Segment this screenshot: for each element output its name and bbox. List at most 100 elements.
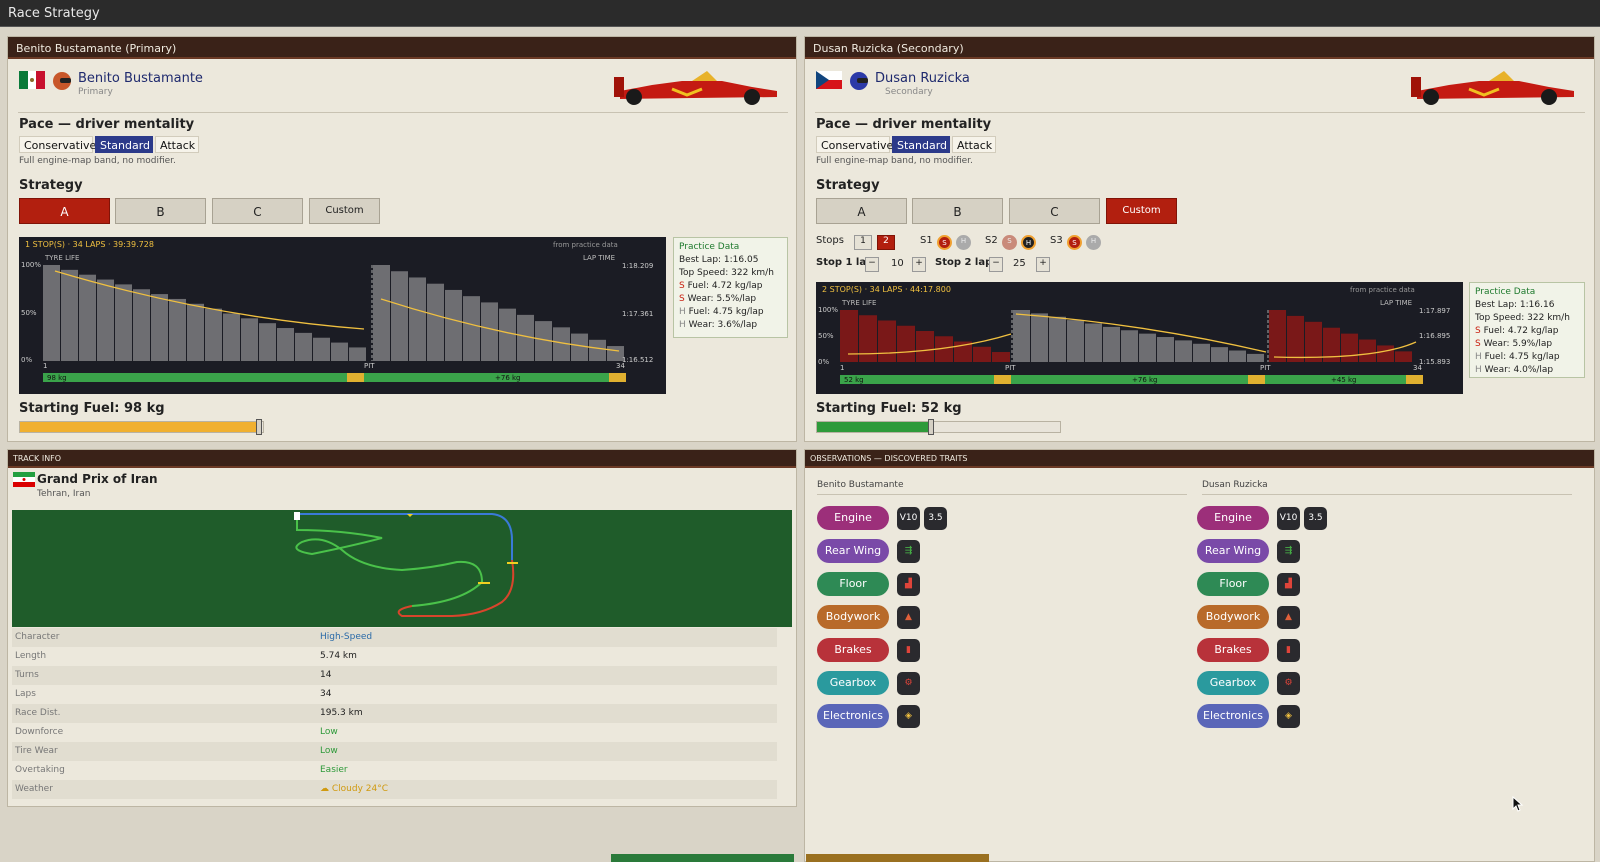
trait-brakes[interactable]: Brakes xyxy=(1197,638,1269,662)
wear-bar xyxy=(205,308,222,361)
track-row: Overtaking Easier xyxy=(15,765,348,775)
fuel-label-1: 98 kg xyxy=(47,374,67,382)
practice-row: H Fuel: 4.75 kg/lap xyxy=(679,307,764,317)
strategy-b-button[interactable]: B xyxy=(115,198,206,224)
wear-bar xyxy=(1211,347,1228,362)
strategy-c-button[interactable]: C xyxy=(1009,198,1100,224)
track-row: Downforce Low xyxy=(15,727,338,737)
practice-row: H Wear: 3.6%/lap xyxy=(679,320,758,330)
trait-gearbox[interactable]: Gearbox xyxy=(817,671,889,695)
strategy-c-button[interactable]: C xyxy=(212,198,303,224)
wear-bar xyxy=(373,265,390,361)
stop1-decrement-button[interactable]: − xyxy=(865,257,879,272)
observations-panel: OBSERVATIONS — DISCOVERED TRAITS Benito … xyxy=(804,449,1595,862)
track-row: Length 5.74 km xyxy=(15,651,357,661)
mentality-standard[interactable]: Standard xyxy=(95,136,153,153)
wear-bar xyxy=(1287,315,1304,362)
practice-row: H Fuel: 4.75 kg/lap xyxy=(1475,352,1560,362)
wear-bar xyxy=(499,308,516,361)
mentality-attack[interactable]: Attack xyxy=(155,136,199,153)
track-row: Laps 34 xyxy=(15,689,332,699)
stop1-increment-button[interactable]: + xyxy=(912,257,926,272)
track-row: Weather ☁ Cloudy 24°C xyxy=(12,780,777,799)
stops-1-button[interactable]: 1 xyxy=(854,235,872,250)
tyre-soft-icon[interactable]: S xyxy=(1002,235,1017,250)
track-location: Tehran, Iran xyxy=(37,489,91,499)
trait-floor[interactable]: Floor xyxy=(1197,572,1269,596)
fuel-label-2: +76 kg xyxy=(1132,376,1158,384)
wear-bar xyxy=(878,320,896,362)
trait-floor[interactable]: Floor xyxy=(817,572,889,596)
wear-bar xyxy=(1269,310,1286,362)
slider-thumb[interactable] xyxy=(256,419,262,435)
wear-bar xyxy=(1341,333,1358,362)
wear-bar xyxy=(1013,310,1030,362)
stint-s2-label: S2 xyxy=(985,235,998,246)
strategy-a-button[interactable]: A xyxy=(816,198,907,224)
stop2-increment-button[interactable]: + xyxy=(1036,257,1050,272)
wear-bar xyxy=(859,315,877,362)
mentality-hint: Full engine-map band, no modifier. xyxy=(19,156,176,166)
strategy-custom-button[interactable]: Custom xyxy=(309,198,380,224)
fuel-label-2: +76 kg xyxy=(495,374,521,382)
track-map xyxy=(12,510,792,627)
top-speed: Top Speed: 322 km/h xyxy=(1475,313,1570,323)
wear-bar xyxy=(1359,339,1376,362)
tyre-hard-icon[interactable]: H xyxy=(956,235,971,250)
strategy-custom-button[interactable]: Custom xyxy=(1106,198,1177,224)
wear-bar xyxy=(445,289,462,361)
x-label-start: 1 xyxy=(840,364,845,372)
fuel-slider[interactable] xyxy=(816,419,1061,435)
stint-s1-label: S1 xyxy=(920,235,933,246)
track-row: Tire Wear Low xyxy=(12,742,777,761)
wear-bar xyxy=(1103,326,1120,362)
strategy-chart-svg xyxy=(43,265,626,382)
tyre-hard-icon[interactable]: H xyxy=(1086,235,1101,250)
strategy-a-button[interactable]: A xyxy=(19,198,110,224)
wear-bar xyxy=(1193,343,1210,362)
mentality-attack[interactable]: Attack xyxy=(952,136,996,153)
trait-rear-wing[interactable]: Rear Wing xyxy=(1197,539,1269,563)
trait-icon: ▟ xyxy=(897,573,920,596)
helmet-icon xyxy=(850,72,868,90)
trait-gearbox[interactable]: Gearbox xyxy=(1197,671,1269,695)
trait-bodywork[interactable]: Bodywork xyxy=(1197,605,1269,629)
practice-title: Practice Data xyxy=(679,242,740,252)
wear-bar xyxy=(1031,313,1048,362)
lap-tick-1: 1:17.897 xyxy=(1419,307,1451,315)
wear-bar xyxy=(391,271,408,361)
wear-bar xyxy=(1377,345,1394,362)
chart-source: from practice data xyxy=(553,241,618,249)
slider-thumb[interactable] xyxy=(928,419,934,435)
trait-brakes[interactable]: Brakes xyxy=(817,638,889,662)
y-tick-50: 50% xyxy=(818,332,834,340)
trait-electronics[interactable]: Electronics xyxy=(817,704,889,728)
strategy-title: Strategy xyxy=(816,178,880,193)
tyre-hard-icon[interactable]: H xyxy=(1021,235,1036,250)
trait-bodywork[interactable]: Bodywork xyxy=(817,605,889,629)
trait-engine[interactable]: Engine xyxy=(817,506,889,530)
track-name: Grand Prix of Iran xyxy=(37,472,158,486)
stop2-decrement-button[interactable]: − xyxy=(989,257,1003,272)
driver-panel-primary: Benito Bustamante (Primary) Benito Busta… xyxy=(7,36,797,442)
trait-engine[interactable]: Engine xyxy=(1197,506,1269,530)
panel-title: OBSERVATIONS — DISCOVERED TRAITS xyxy=(805,450,1594,468)
wear-bar xyxy=(115,284,132,361)
tyre-soft-icon[interactable]: S xyxy=(1067,235,1082,250)
wear-bar xyxy=(169,298,186,361)
practice-row: H Wear: 4.0%/lap xyxy=(1475,365,1554,375)
strategy-b-button[interactable]: B xyxy=(912,198,1003,224)
practice-row: S Wear: 5.5%/lap xyxy=(679,294,757,304)
lap-tick-3: 1:16.512 xyxy=(622,356,654,364)
fuel-slider[interactable] xyxy=(19,419,264,435)
tyre-soft-icon[interactable]: S xyxy=(937,235,952,250)
czech-flag-icon xyxy=(816,71,842,89)
mentality-conservative[interactable]: Conservative xyxy=(816,136,893,153)
trait-rear-wing[interactable]: Rear Wing xyxy=(817,539,889,563)
trait-electronics[interactable]: Electronics xyxy=(1197,704,1269,728)
mentality-conservative[interactable]: Conservative xyxy=(19,136,96,153)
lap-time-label: LAP TIME xyxy=(1380,299,1413,307)
mentality-standard[interactable]: Standard xyxy=(892,136,950,153)
top-speed: Top Speed: 322 km/h xyxy=(679,268,774,278)
stops-2-button[interactable]: 2 xyxy=(877,235,895,250)
